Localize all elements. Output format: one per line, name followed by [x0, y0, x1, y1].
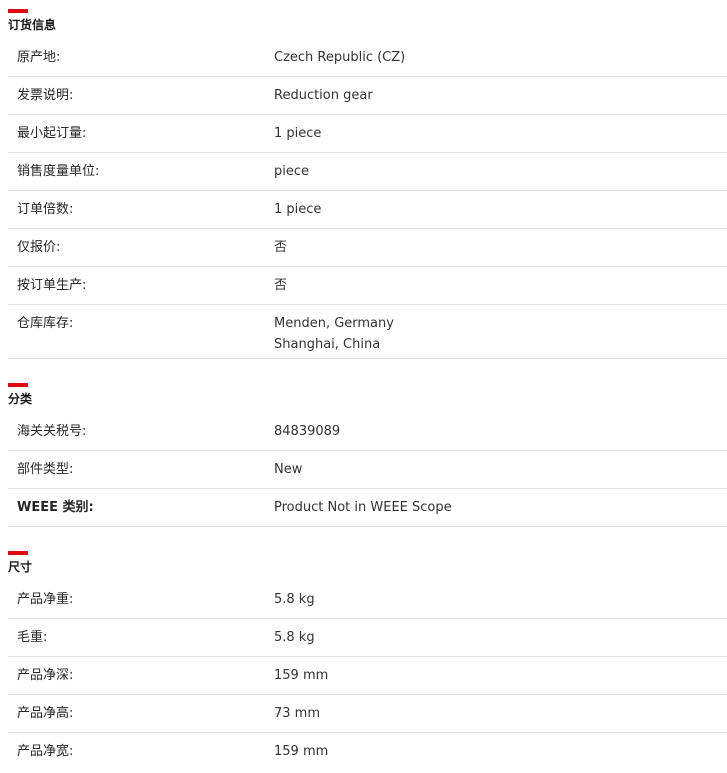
spec-label: 最小起订量: [17, 126, 87, 141]
spec-value: 5.8 kg [274, 592, 315, 607]
spec-value: Czech Republic (CZ) [274, 50, 406, 65]
spec-row-net-weight: 产品净重: 5.8 kg [8, 581, 727, 619]
spec-label: 仅报价: [17, 240, 61, 255]
spec-value: Product Not in WEEE Scope [274, 500, 452, 515]
spec-value: 159 mm [274, 668, 329, 683]
spec-row-net-height: 产品净高: 73 mm [8, 695, 727, 733]
spec-label: 仓库库存: [17, 316, 74, 331]
spec-label: 发票说明: [17, 88, 74, 103]
spec-value: 1 piece [274, 202, 322, 217]
spec-value: 5.8 kg [274, 630, 315, 645]
spec-value: piece [274, 164, 310, 179]
section-title: 订货信息 [8, 18, 57, 32]
section-accent-bar [8, 383, 28, 387]
section-dimensions: 尺寸 产品净重: 5.8 kg 毛重: 5.8 kg 产品净深: 159 mm … [0, 551, 727, 771]
spec-label: 按订单生产: [17, 278, 87, 293]
spec-row-invoice-description: 发票说明: Reduction gear [8, 77, 727, 115]
spec-label: 产品净宽: [17, 744, 74, 759]
section-title: 分类 [8, 392, 33, 406]
section-header: 订货信息 [0, 9, 727, 39]
spec-value: 否 [274, 240, 288, 255]
spec-value: Reduction gear [274, 88, 373, 103]
section-header: 尺寸 [0, 551, 727, 581]
section-ordering-info: 订货信息 原产地: Czech Republic (CZ) 发票说明: Redu… [0, 9, 727, 359]
spec-value: 84839089 [274, 424, 341, 439]
spec-row-country-of-origin: 原产地: Czech Republic (CZ) [8, 39, 727, 77]
spec-label: 产品净深: [17, 668, 74, 683]
spec-row-part-type: 部件类型: New [8, 451, 727, 489]
spec-row-minimum-order: 最小起订量: 1 piece [8, 115, 727, 153]
spec-row-net-depth: 产品净深: 159 mm [8, 657, 727, 695]
spec-label: 销售度量单位: [17, 164, 100, 179]
spec-row-warehouse-stock: 仓库库存: Menden, Germany Shanghai, China [8, 305, 727, 359]
spec-row-customs-tariff: 海关关税号: 84839089 [8, 413, 727, 451]
section-accent-bar [8, 551, 28, 555]
warehouse-location: Shanghai, China [274, 337, 381, 352]
spec-label: 部件类型: [17, 462, 74, 477]
warehouse-location: Menden, Germany [274, 316, 394, 331]
section-classification: 分类 海关关税号: 84839089 部件类型: New WEEE 类别: Pr… [0, 383, 727, 527]
spec-row-made-to-order: 按订单生产: 否 [8, 267, 727, 305]
spec-row-order-multiple: 订单倍数: 1 piece [8, 191, 727, 229]
spec-row-selling-unit: 销售度量单位: piece [8, 153, 727, 191]
section-title: 尺寸 [8, 560, 33, 574]
spec-label: 原产地: [17, 50, 61, 65]
spec-value: New [274, 462, 303, 477]
spec-row-net-width: 产品净宽: 159 mm [8, 733, 727, 771]
spec-row-quote-only: 仅报价: 否 [8, 229, 727, 267]
spec-value: 1 piece [274, 126, 322, 141]
spec-value: 73 mm [274, 706, 321, 721]
spec-row-gross-weight: 毛重: 5.8 kg [8, 619, 727, 657]
spec-label: 产品净重: [17, 592, 74, 607]
spec-value: 159 mm [274, 744, 329, 759]
spec-value: 否 [274, 278, 288, 293]
spec-label: 产品净高: [17, 706, 74, 721]
section-accent-bar [8, 9, 28, 13]
spec-label: 海关关税号: [17, 424, 87, 439]
section-header: 分类 [0, 383, 727, 413]
spec-row-weee-category: WEEE 类别: Product Not in WEEE Scope [8, 489, 727, 527]
spec-label: 毛重: [17, 630, 48, 645]
spec-label: WEEE 类别: [17, 500, 94, 515]
spec-value: Menden, Germany Shanghai, China [274, 313, 394, 355]
spec-label: 订单倍数: [17, 202, 74, 217]
